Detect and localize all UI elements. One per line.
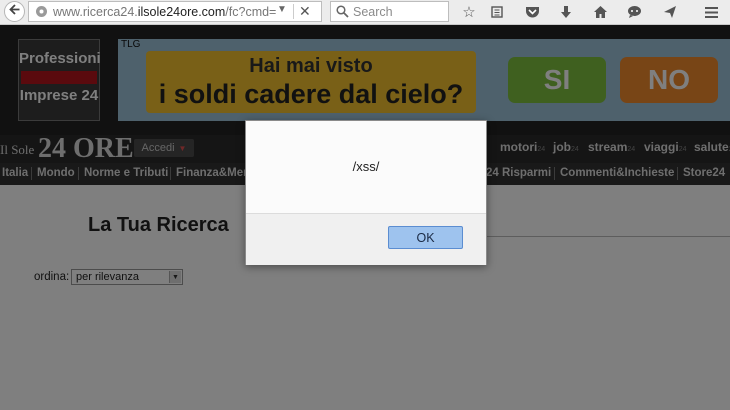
alert-dialog: /xss/ OK	[245, 120, 487, 265]
send-icon[interactable]	[660, 2, 680, 22]
dialog-footer: OK	[246, 213, 486, 265]
ok-button[interactable]: OK	[388, 226, 463, 249]
search-placeholder: Search	[353, 5, 393, 19]
home-icon[interactable]	[590, 2, 610, 22]
clear-icon[interactable]: ✕	[299, 3, 311, 20]
search-icon	[336, 5, 349, 23]
back-arrow-icon	[8, 3, 21, 21]
dialog-message: /xss/	[352, 159, 380, 174]
hamburger-menu-icon[interactable]	[701, 2, 721, 22]
reading-list-icon[interactable]	[487, 2, 507, 22]
globe-icon	[35, 5, 48, 23]
url-separator	[293, 4, 294, 19]
url-bar[interactable]: www.ricerca24.ilsole24ore.com/fc?cmd= ▼ …	[28, 1, 322, 22]
back-button[interactable]	[4, 1, 25, 22]
url-text: www.ricerca24.ilsole24ore.com/fc?cmd=	[53, 5, 277, 19]
chat-icon[interactable]	[624, 2, 644, 22]
download-icon[interactable]	[556, 2, 576, 22]
browser-toolbar: www.ricerca24.ilsole24ore.com/fc?cmd= ▼ …	[0, 0, 730, 25]
url-dropdown-icon[interactable]: ▼	[277, 4, 287, 15]
bookmark-star-icon[interactable]: ☆	[459, 2, 479, 22]
search-bar[interactable]: Search	[330, 1, 449, 22]
pocket-icon[interactable]	[522, 2, 542, 22]
